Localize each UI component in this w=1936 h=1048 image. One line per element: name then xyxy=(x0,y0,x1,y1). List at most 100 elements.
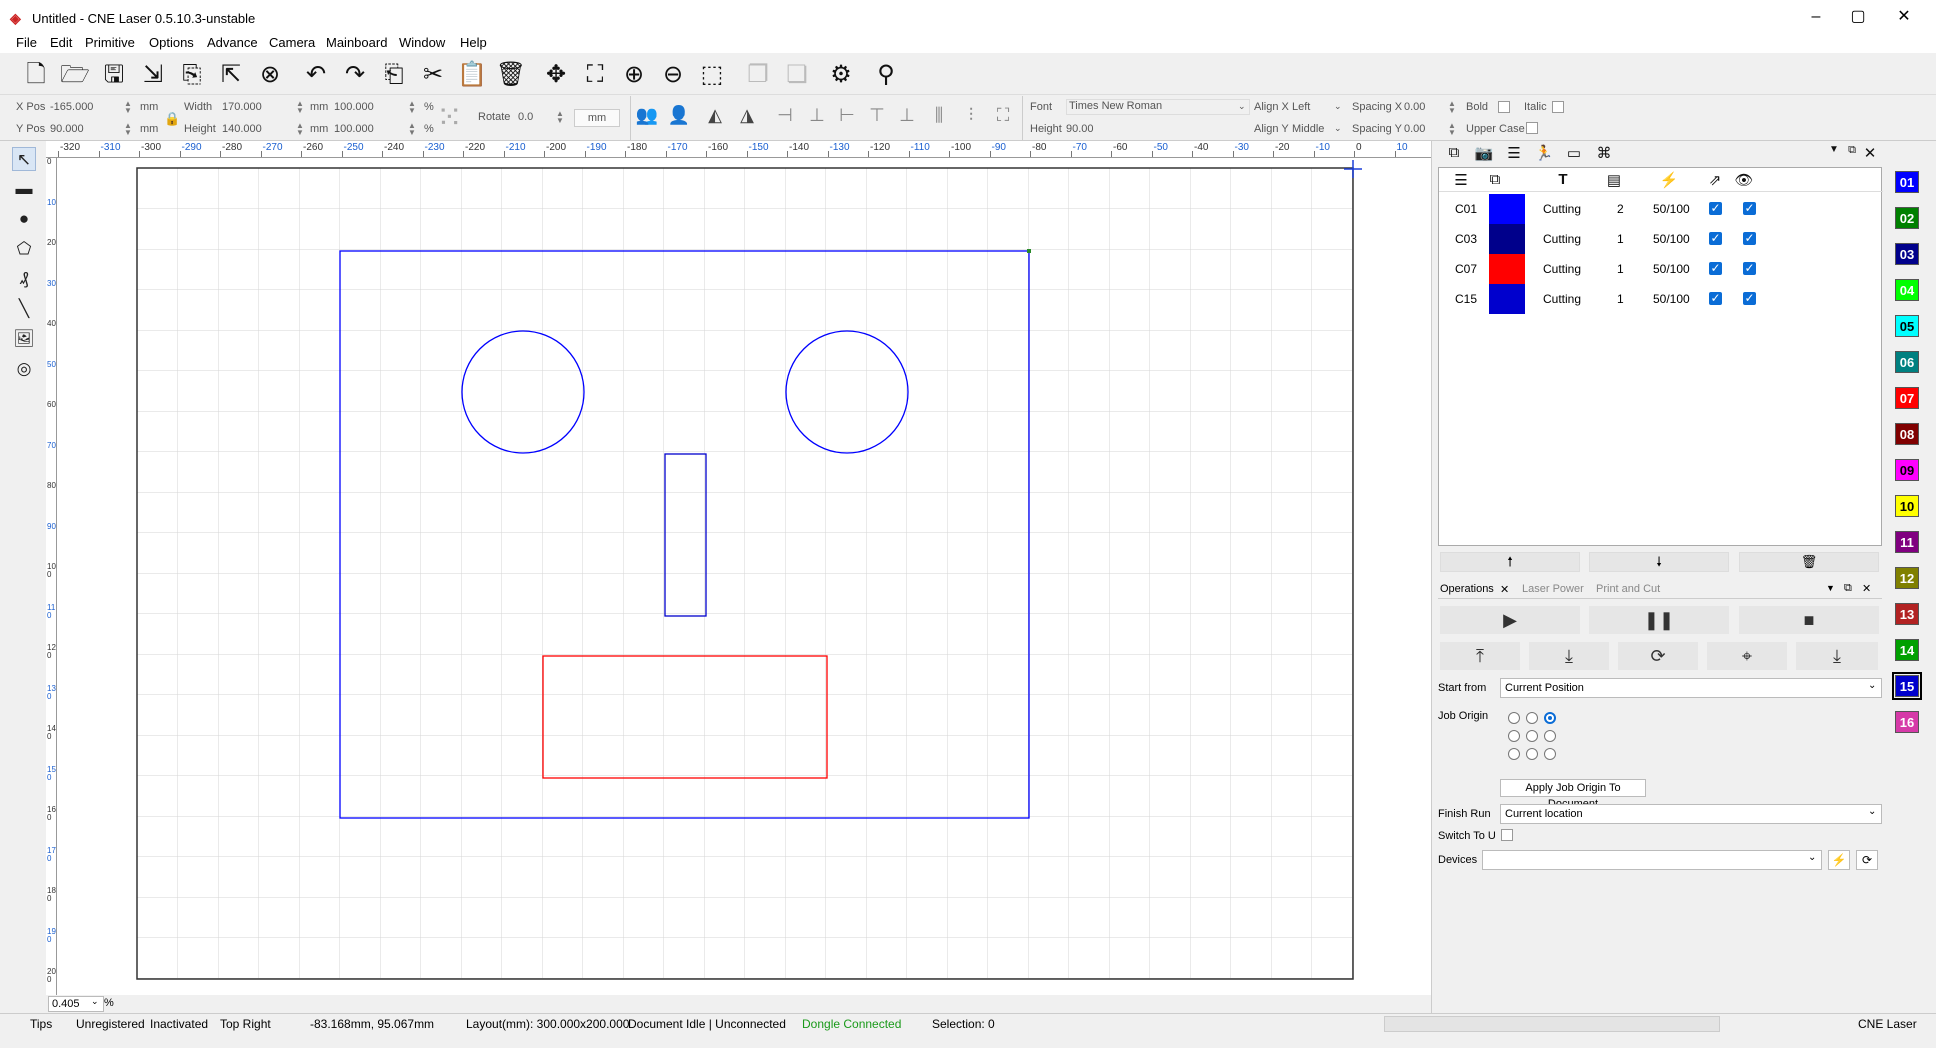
palette-color-11[interactable]: 11 xyxy=(1895,531,1919,553)
layer-color-swatch[interactable] xyxy=(1489,254,1525,284)
palette-color-07[interactable]: 07 xyxy=(1895,387,1919,409)
layer-passes[interactable]: 1 xyxy=(1617,292,1624,306)
undo-icon[interactable]: ↶ xyxy=(300,59,332,91)
dropdown-icon[interactable]: ▼ xyxy=(1826,583,1835,593)
delete-layer-button[interactable]: 🗑 xyxy=(1739,552,1879,572)
origin-radio-middle-left[interactable] xyxy=(1508,730,1520,742)
layer-output-checkbox[interactable]: ✓ xyxy=(1709,292,1722,305)
user-icon[interactable]: 👤 xyxy=(666,105,692,126)
text-height-field[interactable]: 90.00 xyxy=(1066,123,1094,135)
origin-radio-top-right[interactable] xyxy=(1544,712,1556,724)
layer-visible-checkbox[interactable]: ✓ xyxy=(1743,292,1756,305)
select-region-icon[interactable]: ⬚ xyxy=(696,59,728,91)
ellipse-tool-icon[interactable]: ● xyxy=(12,207,36,231)
tab-operations-close[interactable]: ✕ xyxy=(1500,583,1509,596)
zoom-in-icon[interactable]: ⊕ xyxy=(618,59,650,91)
spacing-x-spinner[interactable]: ▲ ▼ xyxy=(1448,100,1456,115)
save-icon[interactable]: 🖫 xyxy=(98,59,130,91)
origin-icon[interactable]: ⌖ xyxy=(1707,642,1787,670)
frame-icon[interactable]: ⤒ xyxy=(1440,642,1520,670)
tab-operations[interactable]: Operations xyxy=(1440,583,1494,595)
switch-to-u-checkbox[interactable] xyxy=(1501,829,1513,841)
palette-color-05[interactable]: 05 xyxy=(1895,315,1919,337)
modules-icon[interactable]: ⌘ xyxy=(1592,144,1616,162)
layer-visible-checkbox[interactable]: ✓ xyxy=(1743,232,1756,245)
zoom-out-icon[interactable]: ⊖ xyxy=(657,59,689,91)
palette-color-02[interactable]: 02 xyxy=(1895,207,1919,229)
stamp-icon[interactable]: ⚲ xyxy=(870,59,902,91)
scale-width-spinner[interactable]: ▲ ▼ xyxy=(408,100,416,115)
close-panel-icon[interactable]: ✕ xyxy=(1862,582,1871,595)
scale-width-field[interactable]: 100.000 xyxy=(334,101,374,113)
canvas-svg[interactable] xyxy=(57,158,1431,995)
layer-mode[interactable]: Cutting xyxy=(1543,232,1581,246)
origin-radio-bottom-right[interactable] xyxy=(1544,748,1556,760)
align-y-select[interactable]: Middle xyxy=(1292,123,1324,135)
layer-speed-power[interactable]: 50/100 xyxy=(1653,292,1690,306)
start-button[interactable]: ▶ xyxy=(1440,606,1580,634)
connect-device-icon[interactable]: ⚡ xyxy=(1828,850,1850,870)
cut-icon[interactable]: ✂ xyxy=(417,59,449,91)
toggle-icon[interactable]: ▭ xyxy=(1562,144,1586,162)
width-spinner[interactable]: ▲ ▼ xyxy=(296,100,304,115)
align-right-icon[interactable]: ⊢ xyxy=(834,105,860,126)
palette-color-15[interactable]: 15 xyxy=(1892,672,1922,700)
export-icon[interactable]: ⇱ xyxy=(215,59,247,91)
origin-radio-bottom-left[interactable] xyxy=(1508,748,1520,760)
mirror-vertical-icon[interactable]: ◮ xyxy=(734,105,760,126)
download-icon[interactable]: ⤓ xyxy=(1796,642,1878,670)
move-layer-up-button[interactable]: 🠕 xyxy=(1440,552,1580,572)
palette-color-16[interactable]: 16 xyxy=(1895,711,1919,733)
refresh-devices-icon[interactable]: ⟳ xyxy=(1856,850,1878,870)
camera-icon[interactable]: 📷 xyxy=(1472,144,1496,162)
import-cdr-icon[interactable]: ⎘ xyxy=(176,59,208,91)
height-spinner[interactable]: ▲ ▼ xyxy=(296,122,304,137)
anchor-grid-icon[interactable]: ⁙ xyxy=(436,99,463,135)
paste-icon[interactable]: 📋 xyxy=(456,59,488,91)
menu-advance[interactable]: Advance xyxy=(207,35,258,50)
run-icon[interactable]: 🏃 xyxy=(1532,144,1556,162)
origin-radio-center[interactable] xyxy=(1526,730,1538,742)
font-select[interactable]: Times New Roman xyxy=(1066,99,1250,115)
menu-help[interactable]: Help xyxy=(460,35,487,50)
layer-mode[interactable]: Cutting xyxy=(1543,292,1581,306)
palette-color-04[interactable]: 04 xyxy=(1895,279,1919,301)
menu-options[interactable]: Options xyxy=(149,35,194,50)
layer-output-checkbox[interactable]: ✓ xyxy=(1709,262,1722,275)
scale-height-spinner[interactable]: ▲ ▼ xyxy=(408,122,416,137)
mirror-horizontal-icon[interactable]: ◭ xyxy=(702,105,728,126)
group-objects-icon[interactable]: 👥 xyxy=(634,105,660,126)
distribute-vertical-icon[interactable]: ⫶ xyxy=(958,105,984,126)
menu-window[interactable]: Window xyxy=(399,35,445,50)
layer-row[interactable]: C15 Cutting 1 50/100 ✓ ✓ xyxy=(1439,284,1883,314)
palette-color-13[interactable]: 13 xyxy=(1895,603,1919,625)
list-icon[interactable]: ☰ xyxy=(1502,144,1526,162)
layer-row[interactable]: C01 Cutting 2 50/100 ✓ ✓ xyxy=(1439,194,1883,224)
measure-tool-icon[interactable]: ◎ xyxy=(12,357,36,381)
rotate-field[interactable]: 0.0 xyxy=(518,111,533,123)
tab-laser-power[interactable]: Laser Power xyxy=(1522,583,1584,595)
xpos-field[interactable]: -165.000 xyxy=(50,101,93,113)
maximize-button[interactable]: ▢ xyxy=(1838,6,1878,28)
italic-checkbox[interactable] xyxy=(1552,101,1564,113)
new-file-icon[interactable]: 🗋 xyxy=(20,59,52,91)
layer-row[interactable]: C03 Cutting 1 50/100 ✓ ✓ xyxy=(1439,224,1883,254)
layer-passes[interactable]: 2 xyxy=(1617,202,1624,216)
menu-primitive[interactable]: Primitive xyxy=(85,35,135,50)
minimize-button[interactable]: – xyxy=(1796,6,1836,28)
palette-color-06[interactable]: 06 xyxy=(1895,351,1919,373)
ungroup-icon[interactable]: ❏ xyxy=(781,59,813,91)
palette-color-12[interactable]: 12 xyxy=(1895,567,1919,589)
align-x-select[interactable]: Left xyxy=(1292,101,1310,113)
layer-color-swatch[interactable] xyxy=(1489,194,1525,224)
distribute-horizontal-icon[interactable]: ⫼ xyxy=(926,105,952,126)
menu-mainboard[interactable]: Mainboard xyxy=(326,35,387,50)
frame-cut-icon[interactable]: ⤓ xyxy=(1529,642,1609,670)
float-panel-icon[interactable]: ⧉ xyxy=(1844,582,1852,595)
import-icon[interactable]: ⇲ xyxy=(137,59,169,91)
layer-speed-power[interactable]: 50/100 xyxy=(1653,232,1690,246)
close-panel-icon[interactable]: ✕ xyxy=(1858,144,1882,162)
layer-speed-power[interactable]: 50/100 xyxy=(1653,202,1690,216)
open-file-icon[interactable]: 🗁 xyxy=(59,59,91,91)
image-tool-icon[interactable]: 🖼 xyxy=(12,327,36,351)
